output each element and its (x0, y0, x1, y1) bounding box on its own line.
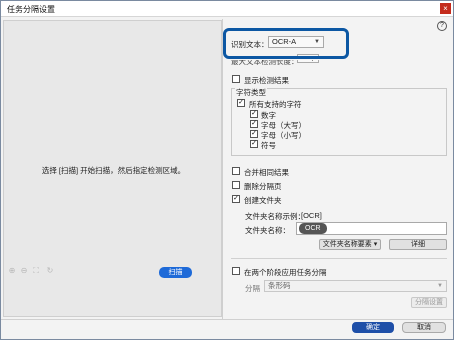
chevron-down-icon: ▼ (437, 283, 443, 289)
dropdown-icon: ▾ (373, 241, 378, 248)
ocr-highlight-frame (223, 28, 349, 59)
show-results-checkbox[interactable] (232, 75, 240, 83)
separation-label: 分隔 (245, 284, 260, 293)
separation-value: 条形码 (268, 281, 291, 290)
uppercase-checkbox[interactable]: ✓ (250, 120, 258, 128)
two-stage-checkbox[interactable] (232, 267, 240, 275)
digits-checkbox[interactable]: ✓ (250, 110, 258, 118)
symbols-label: 符号 (261, 141, 276, 150)
zoom-in-icon[interactable]: ⊕ (7, 266, 17, 276)
merge-results-checkbox[interactable] (232, 167, 240, 175)
window-title: 任务分隔设置 (7, 5, 55, 14)
merge-results-label: 合并相同结果 (244, 168, 289, 177)
folder-name-input[interactable]: OCR (296, 222, 447, 235)
separation-select[interactable]: 条形码 ▼ (264, 280, 447, 292)
folder-elements-label: 文件夹名称要素 (322, 241, 372, 248)
create-folder-label: 创建文件夹 (244, 196, 282, 205)
detail-button[interactable]: 详细 (389, 239, 447, 250)
char-type-title: 字符类型 (235, 87, 267, 98)
ok-button[interactable]: 确定 (352, 322, 394, 333)
folder-name-label: 文件夹名称： (245, 226, 290, 235)
separator-line (231, 258, 447, 259)
folder-elements-button[interactable]: 文件夹名称要素 ▾ (319, 239, 381, 250)
two-stage-label: 在两个阶段应用任务分隔 (244, 268, 327, 277)
close-button[interactable]: × (440, 3, 451, 14)
folder-name-token[interactable]: OCR (299, 223, 327, 234)
folder-example-label: 文件夹名称示例： (245, 212, 305, 221)
title-bar: 任务分隔设置 × (1, 1, 453, 17)
cancel-button[interactable]: 取消 (402, 322, 446, 333)
all-chars-checkbox[interactable]: ✓ (237, 99, 245, 107)
show-results-label: 显示检测结果 (244, 76, 289, 85)
task-separation-dialog: 任务分隔设置 × ? 选择 [扫描] 开始扫描，然后指定检测区域。 ⊕ ⊖ ⛶ … (0, 0, 454, 340)
delete-separator-checkbox[interactable] (232, 181, 240, 189)
rotate-icon[interactable]: ↻ (45, 266, 55, 276)
divider (222, 19, 223, 319)
folder-example-value: [OCR] (301, 211, 322, 220)
fit-icon[interactable]: ⛶ (31, 266, 41, 276)
preview-instruction: 选择 [扫描] 开始扫描，然后指定检测区域。 (41, 166, 186, 175)
all-chars-label: 所有支持的字符 (249, 100, 302, 109)
separation-settings-button[interactable]: 分隔设置 (411, 297, 447, 308)
create-folder-checkbox[interactable]: ✓ (232, 195, 240, 203)
scan-button[interactable]: 扫描 (159, 267, 192, 278)
help-icon[interactable]: ? (437, 21, 447, 31)
zoom-out-icon[interactable]: ⊖ (19, 266, 29, 276)
symbols-checkbox[interactable]: ✓ (250, 140, 258, 148)
lowercase-checkbox[interactable]: ✓ (250, 130, 258, 138)
delete-separator-label: 删除分隔页 (244, 182, 282, 191)
